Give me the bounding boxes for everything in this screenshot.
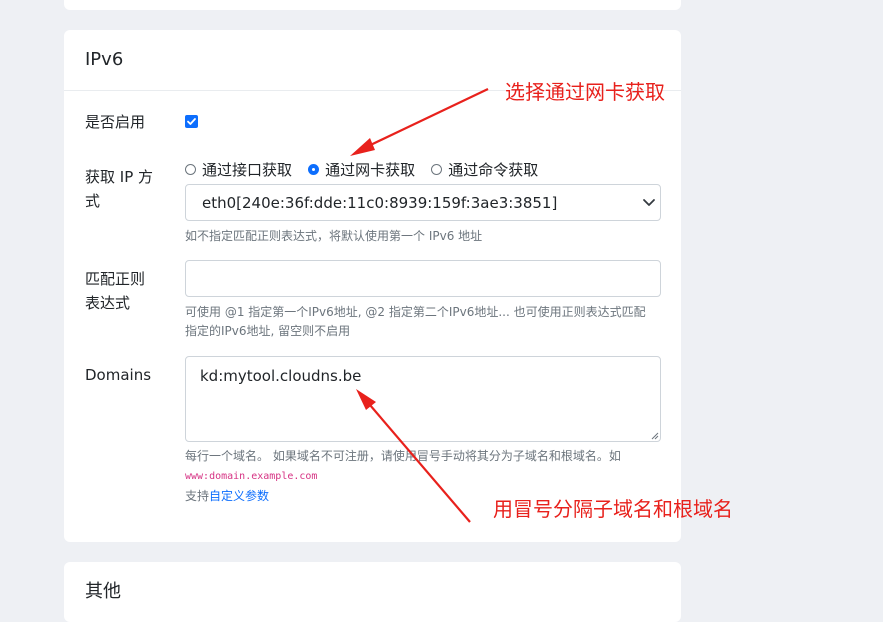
arrow-to-domains-value [356, 389, 471, 523]
annotation-arrows [350, 88, 489, 523]
arrow-to-network-card [350, 88, 489, 156]
annotation-network-card: 选择通过网卡获取 [505, 80, 665, 104]
annotation-colon-split: 用冒号分隔子域名和根域名 [493, 497, 733, 521]
